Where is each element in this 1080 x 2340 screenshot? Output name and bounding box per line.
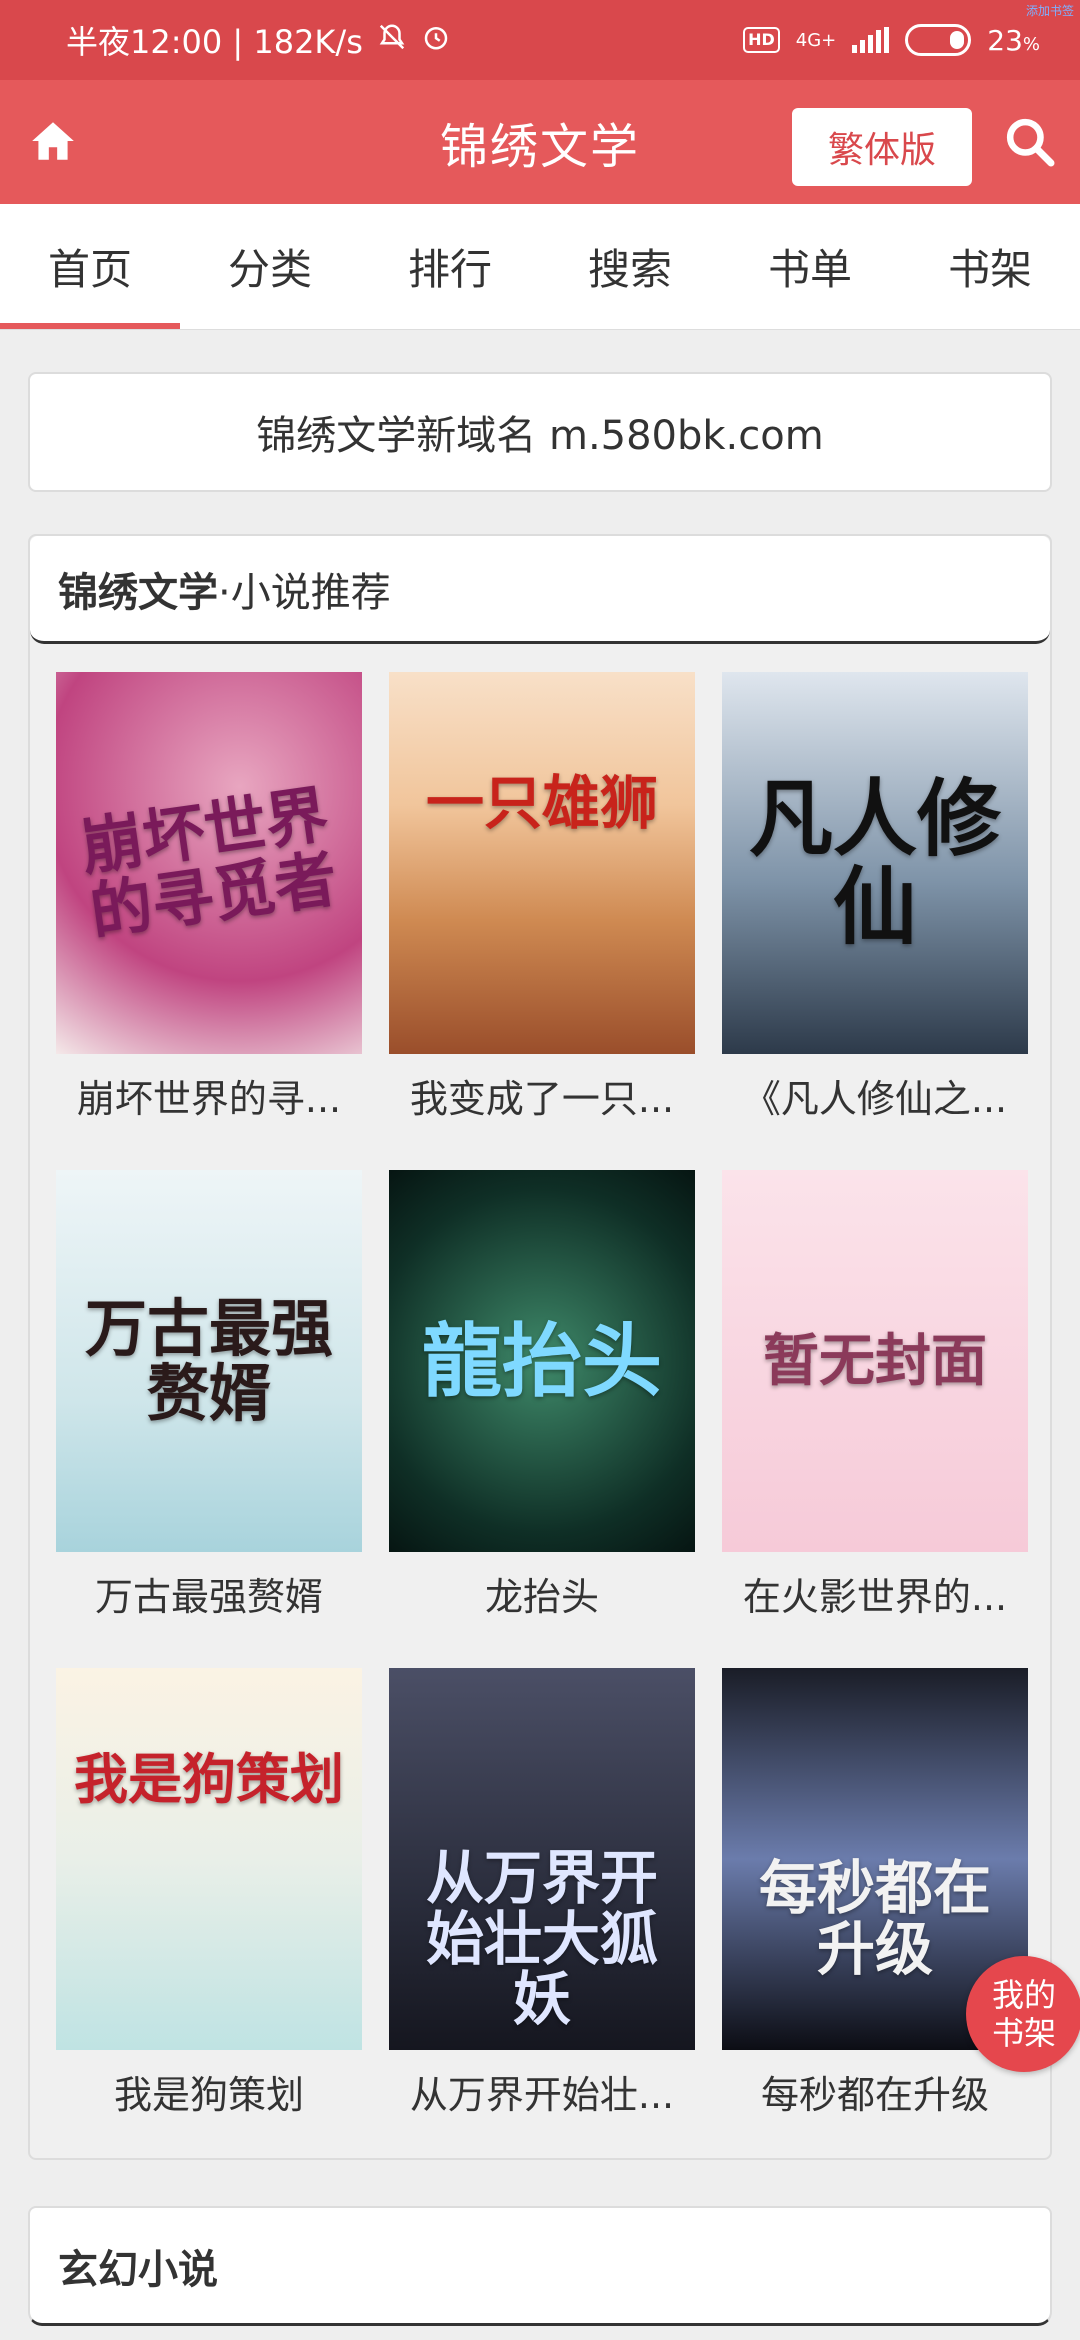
book-item[interactable]: 每秒都在升级 每秒都在升级 <box>722 1668 1028 2132</box>
site-title: 锦绣文学 <box>439 119 640 175</box>
my-bookshelf-label: 我的书架 <box>991 1975 1056 2052</box>
book-cover[interactable]: 我是狗策划 <box>56 1668 362 2050</box>
book-cover[interactable]: 凡人修仙 <box>722 672 1028 1054</box>
bell-off-icon <box>377 22 407 58</box>
corner-text: 添加书签 <box>1025 4 1074 18</box>
book-cover[interactable]: 暂无封面 <box>722 1170 1028 1552</box>
book-item[interactable]: 我是狗策划 我是狗策划 <box>56 1668 362 2132</box>
battery-icon <box>905 24 972 56</box>
battery-level: 23% <box>987 23 1040 57</box>
book-title[interactable]: 龙抬头 <box>389 1552 695 1634</box>
signal-icon <box>852 27 890 53</box>
domain-notice[interactable]: 锦绣文学新域名 m.580bk.com <box>28 372 1052 492</box>
status-time-speed: 半夜12:00 | 182K/s <box>66 23 363 61</box>
book-title[interactable]: 从万界开始壮... <box>389 2050 695 2132</box>
book-title[interactable]: 《凡人修仙之... <box>722 1054 1028 1136</box>
book-item[interactable]: 万古最强赘婿 万古最强赘婿 <box>56 1170 362 1634</box>
network-label: 4G+ <box>795 29 837 51</box>
tab-rankings[interactable]: 排行 <box>360 204 540 329</box>
tab-booklists[interactable]: 书单 <box>720 204 900 329</box>
book-item[interactable]: 崩坏世界的寻觅者 崩坏世界的寻... <box>56 672 362 1136</box>
book-cover[interactable]: 从万界开始壮大狐妖 <box>389 1668 695 2050</box>
book-cover[interactable]: 崩坏世界的寻觅者 <box>56 672 362 1054</box>
book-item[interactable]: 凡人修仙 《凡人修仙之... <box>722 672 1028 1136</box>
book-title[interactable]: 我是狗策划 <box>56 2050 362 2132</box>
book-title[interactable]: 万古最强赘婿 <box>56 1552 362 1634</box>
traditional-chinese-button[interactable]: 繁体版 <box>792 108 972 186</box>
recommend-panel: 锦绣文学 ·小说推荐 崩坏世界的寻觅者 崩坏世界的寻... 一只雄狮 我变成了一… <box>28 534 1052 2160</box>
book-title[interactable]: 在火影世界的... <box>722 1552 1028 1634</box>
book-item[interactable]: 从万界开始壮大狐妖 从万界开始壮... <box>389 1668 695 2132</box>
book-cover[interactable]: 龍抬头 <box>389 1170 695 1552</box>
book-cover[interactable]: 一只雄狮 <box>389 672 695 1054</box>
book-item[interactable]: 龍抬头 龙抬头 <box>389 1170 695 1634</box>
hd-badge: HD <box>743 27 780 53</box>
status-right: HD 4G+ 23% <box>743 24 1040 57</box>
status-bar: 半夜12:00 | 182K/s HD 4G+ 23% 添加书签 <box>0 0 1080 80</box>
recommend-header: 锦绣文学 ·小说推荐 <box>30 536 1050 644</box>
alarm-icon <box>421 22 451 58</box>
status-left: 半夜12:00 | 182K/s <box>66 17 451 63</box>
tab-categories[interactable]: 分类 <box>180 204 360 329</box>
recommend-title-rest: ·小说推荐 <box>218 569 391 616</box>
book-title[interactable]: 崩坏世界的寻... <box>56 1054 362 1136</box>
book-title[interactable]: 每秒都在升级 <box>722 2050 1028 2132</box>
search-icon[interactable] <box>1002 114 1058 170</box>
book-item[interactable]: 一只雄狮 我变成了一只... <box>389 672 695 1136</box>
book-item[interactable]: 暂无封面 在火影世界的... <box>722 1170 1028 1634</box>
tab-home[interactable]: 首页 <box>0 204 180 329</box>
home-icon[interactable] <box>28 116 78 166</box>
tab-search[interactable]: 搜索 <box>540 204 720 329</box>
book-grid: 崩坏世界的寻觅者 崩坏世界的寻... 一只雄狮 我变成了一只... 凡人修仙 《… <box>56 672 1028 2132</box>
app-header: 锦绣文学 繁体版 <box>0 80 1080 204</box>
book-cover[interactable]: 万古最强赘婿 <box>56 1170 362 1552</box>
book-title[interactable]: 我变成了一只... <box>389 1054 695 1136</box>
my-bookshelf-button[interactable]: 我的书架 <box>966 1956 1080 2072</box>
recommend-title-bold: 锦绣文学 <box>58 569 218 616</box>
section-header-xuanhuan[interactable]: 玄幻小说 <box>28 2206 1052 2326</box>
nav-tabs: 首页 分类 排行 搜索 书单 书架 <box>0 204 1080 330</box>
tab-bookshelf[interactable]: 书架 <box>900 204 1080 329</box>
